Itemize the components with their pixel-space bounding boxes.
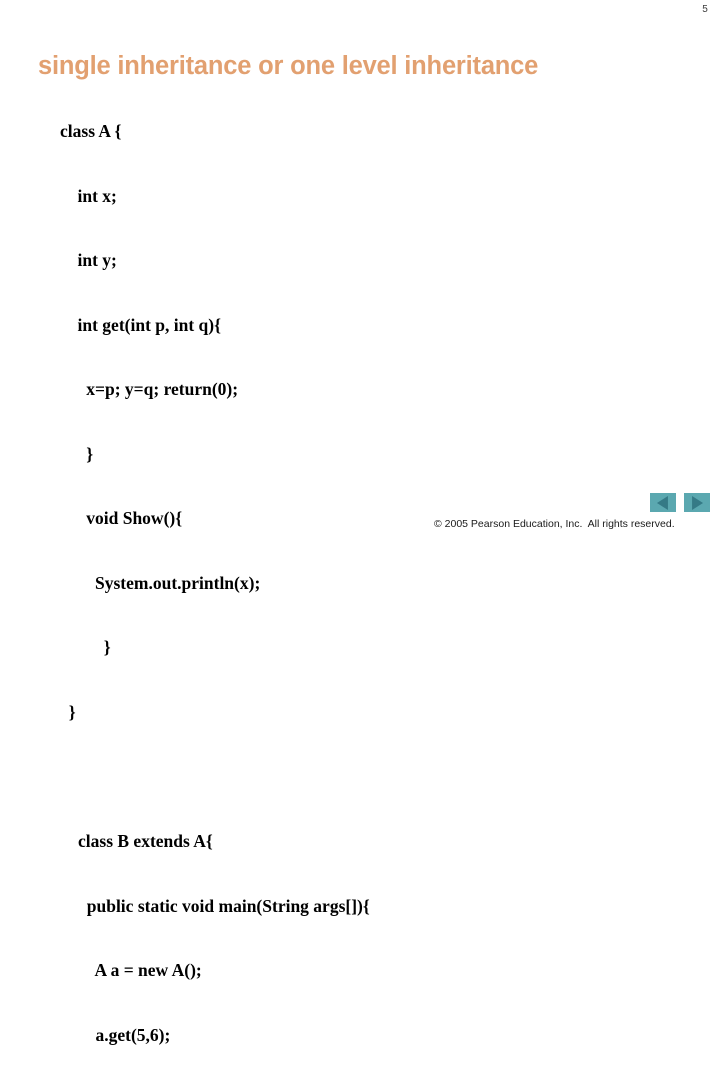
- code-line: public static void main(String args[]){: [78, 895, 370, 916]
- code-line: class A {: [60, 121, 122, 141]
- slide-navigation: [650, 493, 712, 513]
- code-line: }: [60, 701, 76, 722]
- code-block-separator: [0, 766, 720, 788]
- slide-canvas: 5 single inheritance or one level inheri…: [0, 0, 720, 1045]
- code-line: }: [60, 637, 111, 657]
- copyright-notice: © 2005 Pearson Education, Inc. All right…: [434, 518, 675, 530]
- page-title: single inheritance or one level inherita…: [38, 52, 539, 81]
- code-block-class-a: class A { int x; int y; int get(int p, i…: [0, 78, 720, 766]
- next-slide-button[interactable]: [684, 493, 710, 512]
- code-line: class B extends A{: [78, 831, 213, 851]
- code-block-class-b: class B extends A{ public static void ma…: [0, 788, 720, 1080]
- triangle-right-icon: [692, 495, 704, 510]
- code-line: a.get(5,6);: [78, 1024, 171, 1045]
- code-line: System.out.println(x);: [60, 572, 261, 593]
- code-line: int get(int p, int q){: [60, 314, 222, 335]
- code-line: int x;: [60, 185, 117, 206]
- code-line: x=p; y=q; return(0);: [60, 379, 239, 399]
- triangle-left-icon: [656, 495, 668, 510]
- page-number: 5: [702, 4, 708, 15]
- code-line: int y;: [60, 250, 117, 270]
- code-line: A a = new A();: [78, 960, 202, 980]
- code-line: }: [60, 443, 94, 464]
- code-area: class A { int x; int y; int get(int p, i…: [0, 78, 720, 1080]
- previous-slide-button[interactable]: [650, 493, 676, 512]
